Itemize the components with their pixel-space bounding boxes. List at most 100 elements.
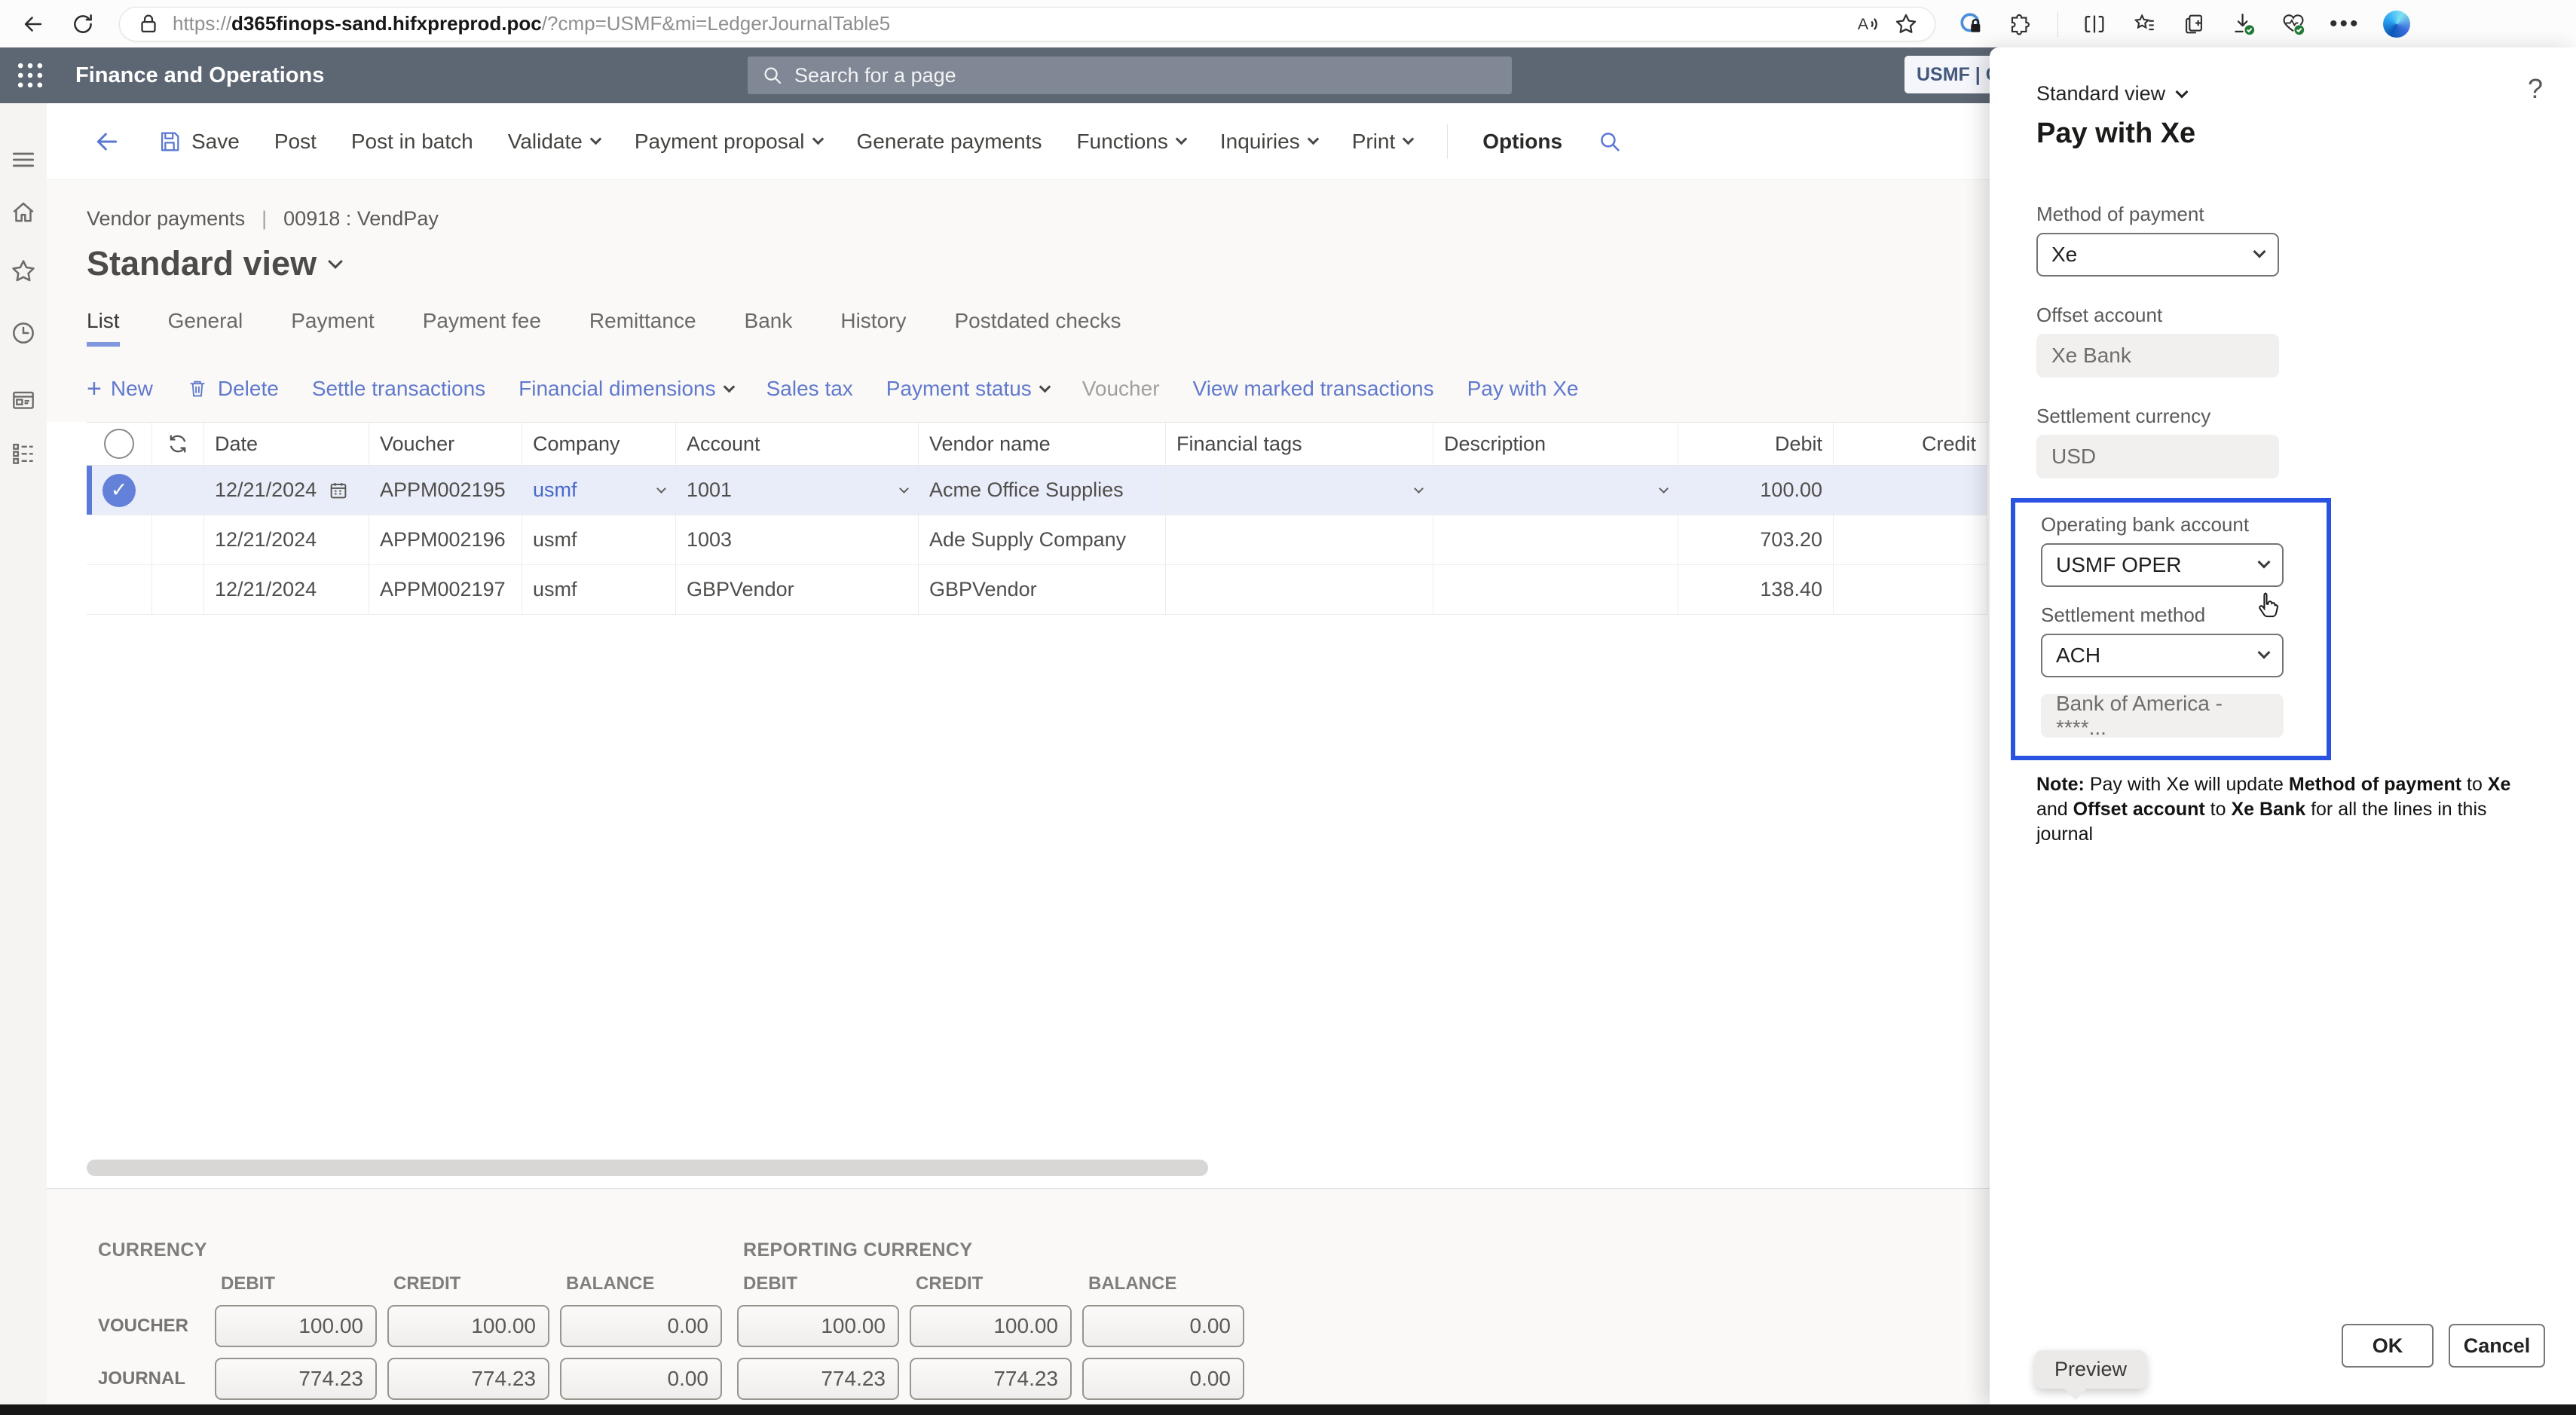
functions-menu[interactable]: Functions xyxy=(1076,130,1185,154)
cell-date[interactable]: 12/21/2024 xyxy=(204,565,369,614)
tab-bank[interactable]: Bank xyxy=(745,309,793,347)
waffle-icon[interactable] xyxy=(14,59,47,92)
sync-column[interactable] xyxy=(152,423,204,465)
post-in-batch-button[interactable]: Post in batch xyxy=(351,130,473,154)
column-header-date[interactable]: Date xyxy=(204,423,369,465)
calendar-icon[interactable] xyxy=(327,479,350,502)
generate-payments-button[interactable]: Generate payments xyxy=(857,130,1042,154)
table-row[interactable]: 12/21/2024 APPM002197 usmf GBPVendor GBP… xyxy=(87,565,1987,615)
collections-icon[interactable] xyxy=(2131,11,2158,38)
breadcrumb-section[interactable]: Vendor payments xyxy=(87,207,245,231)
pay-with-xe-button[interactable]: Pay with Xe xyxy=(1467,377,1579,401)
horizontal-scrollbar[interactable] xyxy=(87,1160,1208,1176)
tab-payment-fee[interactable]: Payment fee xyxy=(423,309,541,347)
table-row[interactable]: ✓ 12/21/2024 APPM002195 usmf 1001 Acme O… xyxy=(87,466,1987,515)
sales-tax-button[interactable]: Sales tax xyxy=(766,377,853,401)
post-button[interactable]: Post xyxy=(274,130,317,154)
cell-date[interactable]: 12/21/2024 xyxy=(204,466,369,515)
favorite-star-icon[interactable] xyxy=(1892,11,1920,38)
cell-tags[interactable] xyxy=(1166,515,1433,564)
address-bar[interactable]: https://d365finops-sand.hifxpreprod.poc/… xyxy=(119,7,1935,41)
cell-description[interactable] xyxy=(1433,466,1678,515)
settlement-method-select[interactable]: ACH xyxy=(2041,634,2284,677)
method-of-payment-select[interactable]: Xe xyxy=(2036,233,2279,277)
app-title[interactable]: Finance and Operations xyxy=(75,63,324,88)
actionbar-search-icon[interactable] xyxy=(1597,129,1623,154)
search-input[interactable]: Search for a page xyxy=(748,57,1512,94)
panel-view-dropdown[interactable]: Standard view xyxy=(2036,82,2546,105)
cell-tags[interactable] xyxy=(1166,466,1433,515)
cell-debit[interactable]: 703.20 xyxy=(1678,515,1834,564)
column-header-vendor[interactable]: Vendor name xyxy=(919,423,1166,465)
back-button[interactable] xyxy=(92,127,122,157)
cell-date[interactable]: 12/21/2024 xyxy=(204,515,369,564)
column-header-debit[interactable]: Debit xyxy=(1678,423,1834,465)
chevron-down-icon[interactable] xyxy=(656,484,666,494)
column-header-description[interactable]: Description xyxy=(1433,423,1678,465)
workspace-icon[interactable] xyxy=(9,387,38,415)
tab-postdated-checks[interactable]: Postdated checks xyxy=(954,309,1121,347)
cell-description[interactable] xyxy=(1433,565,1678,614)
cell-account[interactable]: 1001 xyxy=(676,466,919,515)
cell-vendor[interactable]: GBPVendor xyxy=(919,565,1166,614)
back-icon[interactable] xyxy=(20,11,47,38)
refresh-icon[interactable] xyxy=(69,11,96,38)
cell-tags[interactable] xyxy=(1166,565,1433,614)
row-checkbox[interactable] xyxy=(87,565,152,614)
cell-company[interactable]: usmf xyxy=(522,466,676,515)
star-icon[interactable] xyxy=(9,257,38,286)
privacy-badge-icon[interactable] xyxy=(1958,11,1985,38)
cell-credit[interactable] xyxy=(1834,466,1987,515)
extensions-icon[interactable] xyxy=(2008,11,2035,38)
tab-remittance[interactable]: Remittance xyxy=(589,309,696,347)
cell-vendor[interactable]: Ade Supply Company xyxy=(919,515,1166,564)
recent-icon[interactable] xyxy=(9,319,38,347)
tab-payment[interactable]: Payment xyxy=(291,309,375,347)
column-header-credit[interactable]: Credit xyxy=(1834,423,1987,465)
cell-debit[interactable]: 100.00 xyxy=(1678,466,1834,515)
options-menu[interactable]: Options xyxy=(1482,130,1562,154)
print-menu[interactable]: Print xyxy=(1352,130,1413,154)
column-header-tags[interactable]: Financial tags xyxy=(1166,423,1433,465)
home-icon[interactable] xyxy=(9,198,38,227)
chevron-down-icon[interactable] xyxy=(899,484,909,494)
view-marked-transactions-button[interactable]: View marked transactions xyxy=(1193,377,1434,401)
more-icon[interactable]: ••• xyxy=(2330,11,2360,37)
split-screen-icon[interactable] xyxy=(2081,11,2108,38)
cell-account[interactable]: GBPVendor xyxy=(676,565,919,614)
cell-debit[interactable]: 138.40 xyxy=(1678,565,1834,614)
row-checkbox[interactable] xyxy=(87,515,152,564)
payment-status-menu[interactable]: Payment status xyxy=(886,377,1049,401)
save-page-icon[interactable] xyxy=(2180,11,2207,38)
chevron-down-icon[interactable] xyxy=(1659,484,1669,494)
cancel-button[interactable]: Cancel xyxy=(2449,1324,2545,1368)
chevron-down-icon[interactable] xyxy=(1414,484,1424,494)
settle-transactions-button[interactable]: Settle transactions xyxy=(312,377,485,401)
cell-voucher[interactable]: APPM002195 xyxy=(369,466,522,515)
read-aloud-icon[interactable]: A xyxy=(1855,11,1882,38)
cell-company[interactable]: usmf xyxy=(522,565,676,614)
modules-icon[interactable] xyxy=(9,439,38,468)
column-header-account[interactable]: Account xyxy=(676,423,919,465)
help-icon[interactable]: ? xyxy=(2528,73,2543,105)
tab-list[interactable]: List xyxy=(87,309,120,347)
cell-credit[interactable] xyxy=(1834,515,1987,564)
copilot-icon[interactable] xyxy=(2383,11,2410,38)
cell-credit[interactable] xyxy=(1834,565,1987,614)
validate-menu[interactable]: Validate xyxy=(508,130,600,154)
select-all-checkbox[interactable] xyxy=(87,423,152,465)
new-button[interactable]: +New xyxy=(87,377,153,401)
table-row[interactable]: 12/21/2024 APPM002196 usmf 1003 Ade Supp… xyxy=(87,515,1987,565)
ok-button[interactable]: OK xyxy=(2342,1324,2434,1368)
operating-bank-account-select[interactable]: USMF OPER xyxy=(2041,543,2284,587)
cell-voucher[interactable]: APPM002196 xyxy=(369,515,522,564)
column-header-voucher[interactable]: Voucher xyxy=(369,423,522,465)
payment-proposal-menu[interactable]: Payment proposal xyxy=(635,130,822,154)
cell-vendor[interactable]: Acme Office Supplies xyxy=(919,466,1166,515)
tab-history[interactable]: History xyxy=(840,309,906,347)
downloads-icon[interactable] xyxy=(2230,11,2257,38)
save-button[interactable]: Save xyxy=(157,129,240,154)
cell-company[interactable]: usmf xyxy=(522,515,676,564)
browser-essentials-icon[interactable] xyxy=(2280,11,2307,38)
cell-voucher[interactable]: APPM002197 xyxy=(369,565,522,614)
